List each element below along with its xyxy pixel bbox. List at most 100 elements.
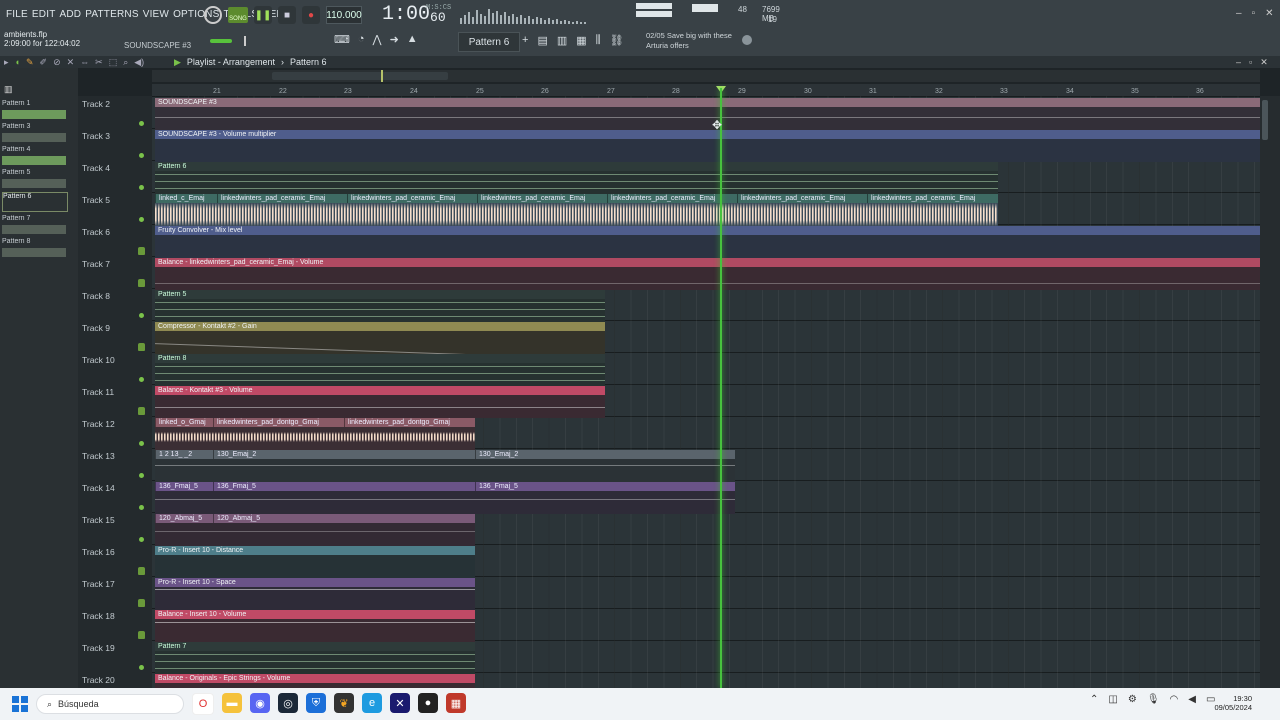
playhead[interactable] <box>720 88 722 688</box>
defender-icon[interactable]: ⛨ <box>306 693 326 713</box>
master-pitch-slider[interactable] <box>244 36 246 46</box>
tray-settings-icon[interactable]: ⚙ <box>1128 694 1137 705</box>
draw-tool-icon[interactable]: ✎ <box>26 57 34 68</box>
menu-view[interactable]: VIEW <box>143 9 169 20</box>
playback-tool-icon[interactable]: ◀) <box>134 57 144 68</box>
paint-tool-icon[interactable]: ✐ <box>40 57 48 68</box>
clip-segment[interactable]: linkedwinters_pad_dontgo_Gmaj <box>213 418 344 427</box>
typing-keyboard-icon[interactable]: ⌨ <box>334 33 350 46</box>
automation-clip[interactable]: Compressor - Kontakt #2 - Gain <box>155 322 605 354</box>
menu-edit[interactable]: EDIT <box>32 9 56 20</box>
track-lock-icon[interactable] <box>138 567 145 575</box>
track-name[interactable]: Track 8 <box>82 291 110 301</box>
clip-segment[interactable]: 130_Emaj_2 <box>213 450 475 459</box>
zoom-tool-icon[interactable]: ⌕ <box>123 57 128 68</box>
track-led-icon[interactable] <box>139 313 144 318</box>
audio-clip-group[interactable]: 136_Fmaj_5 136_Fmaj_5 136_Fmaj_5 <box>155 482 735 514</box>
track-name[interactable]: Track 5 <box>82 195 110 205</box>
track-name[interactable]: Track 2 <box>82 99 110 109</box>
online-icon[interactable] <box>742 35 752 45</box>
picker-item[interactable]: Pattern 1 <box>2 100 66 107</box>
track-led-icon[interactable] <box>139 185 144 190</box>
volume-icon[interactable]: ◀ <box>1188 694 1196 705</box>
pause-button[interactable]: ❚❚ <box>254 6 272 24</box>
taskbar-search[interactable]: ⌕ Búsqueda <box>36 694 184 714</box>
metronome-icon[interactable]: ◔ <box>358 33 365 46</box>
minimize-icon[interactable]: – <box>1236 8 1242 19</box>
audio-clip-group[interactable]: linked_o_Gmaj linkedwinters_pad_dontgo_G… <box>155 418 475 450</box>
select-tool-icon[interactable]: ⬚ <box>109 57 118 68</box>
stop-button[interactable]: ■ <box>278 6 296 24</box>
track-name[interactable]: Track 9 <box>82 323 110 333</box>
track-led-icon[interactable] <box>139 153 144 158</box>
steam-icon[interactable]: ◎ <box>278 693 298 713</box>
picker-item[interactable]: Pattern 8 <box>2 238 66 245</box>
clip-segment[interactable]: linkedwinters_pad_ceramic_Emaj <box>867 194 998 203</box>
clip-segment[interactable]: 136_Fmaj_5 <box>475 482 735 491</box>
automation-clip[interactable]: Pro-R - Insert 10 - Distance <box>155 546 475 578</box>
clip-segment[interactable]: linkedwinters_pad_ceramic_Emaj <box>737 194 867 203</box>
pattern-clip[interactable]: Pattern 8 <box>155 354 605 386</box>
clip-segment[interactable]: 1 2 13_ _2 <box>155 450 213 459</box>
track-name[interactable]: Track 4 <box>82 163 110 173</box>
track-led-icon[interactable] <box>139 665 144 670</box>
pattern-clip[interactable]: Pattern 7 <box>155 642 475 674</box>
tempo-display[interactable]: 110.000 <box>326 6 362 24</box>
playlist-maximize-icon[interactable]: ▫ <box>1249 57 1252 68</box>
playlist-icon[interactable]: ▤ <box>537 34 547 47</box>
file-explorer-icon[interactable]: ▬ <box>222 693 242 713</box>
record-mode-icon[interactable] <box>204 6 222 24</box>
microphone-icon[interactable]: 🎙 <box>1147 694 1160 705</box>
track-name[interactable]: Track 3 <box>82 131 110 141</box>
delete-tool-icon[interactable]: ⊘ <box>53 57 61 68</box>
clip-segment[interactable]: linkedwinters_pad_ceramic_Emaj <box>477 194 607 203</box>
clip-segment[interactable]: linkedwinters_pad_ceramic_Emaj <box>607 194 737 203</box>
pattern-clip[interactable]: Pattern 6 <box>155 162 998 194</box>
step-edit-icon[interactable]: ⋀ <box>373 33 382 46</box>
track-lock-icon[interactable] <box>138 407 145 415</box>
record-button[interactable]: ● <box>302 6 320 24</box>
track-name[interactable]: Track 18 <box>82 611 115 621</box>
audio-clip-group[interactable]: 1 2 13_ _2 130_Emaj_2 130_Emaj_2 <box>155 450 735 482</box>
mute-tool-icon[interactable]: ✕ <box>67 57 75 68</box>
news-panel[interactable]: 02/05 Save big with these Arturia offers <box>646 31 732 51</box>
mixer-icon[interactable]: ⫼ <box>596 34 601 47</box>
master-volume-slider[interactable] <box>210 39 232 43</box>
menu-file[interactable]: FILE <box>6 9 28 20</box>
playlist-minimize-icon[interactable]: – <box>1236 57 1241 68</box>
track-name[interactable]: Track 17 <box>82 579 115 589</box>
pattern-selector[interactable]: Pattern 6 <box>458 32 520 52</box>
clip-segment[interactable]: linkedwinters_pad_ceramic_Emaj <box>347 194 477 203</box>
clip-segment[interactable]: 130_Emaj_2 <box>475 450 735 459</box>
track-led-icon[interactable] <box>139 505 144 510</box>
audio-clip-group[interactable]: linked_c_Emaj linkedwinters_pad_ceramic_… <box>155 194 998 226</box>
menu-patterns[interactable]: PATTERNS <box>85 9 138 20</box>
channel-rack-icon[interactable]: ▦ <box>576 34 586 47</box>
playlist-close-icon[interactable]: ✕ <box>1260 57 1268 68</box>
horizontal-scrollbar[interactable] <box>152 70 1260 82</box>
track-lock-icon[interactable] <box>138 599 145 607</box>
track-lock-icon[interactable] <box>138 247 145 255</box>
track-name[interactable]: Track 15 <box>82 515 115 525</box>
track-name[interactable]: Track 16 <box>82 547 115 557</box>
clip-segment[interactable]: 136_Fmaj_5 <box>213 482 475 491</box>
clip-segment[interactable]: linked_c_Emaj <box>155 194 217 203</box>
automation-clip[interactable]: SOUNDSCAPE #3 - Volume multiplier <box>155 130 1260 162</box>
track-name[interactable]: Track 12 <box>82 419 115 429</box>
app-icon[interactable]: ▦ <box>446 693 466 713</box>
song-mode-toggle[interactable]: SONG <box>228 7 248 23</box>
picker-item[interactable]: Pattern 5 <box>2 169 66 176</box>
add-pattern-icon[interactable]: + <box>522 34 528 47</box>
track-name[interactable]: Track 20 <box>82 675 115 685</box>
next-icon[interactable]: ➜ <box>390 33 399 46</box>
wifi-icon[interactable]: ◠ <box>1170 694 1179 705</box>
track-led-icon[interactable] <box>139 377 144 382</box>
track-name[interactable]: Track 6 <box>82 227 110 237</box>
picker-item[interactable]: Pattern 4 <box>2 146 66 153</box>
record-audio-icon[interactable]: ▲ <box>407 33 418 46</box>
track-name[interactable]: Track 7 <box>82 259 110 269</box>
slice-tool-icon[interactable]: ✂ <box>95 57 103 68</box>
track-name[interactable]: Track 11 <box>82 387 114 397</box>
picker-item-selected[interactable]: Pattern 6 <box>2 192 68 212</box>
timeline-ruler[interactable]: 21 22 23 24 25 26 27 28 29 30 31 32 33 3… <box>152 84 1260 96</box>
